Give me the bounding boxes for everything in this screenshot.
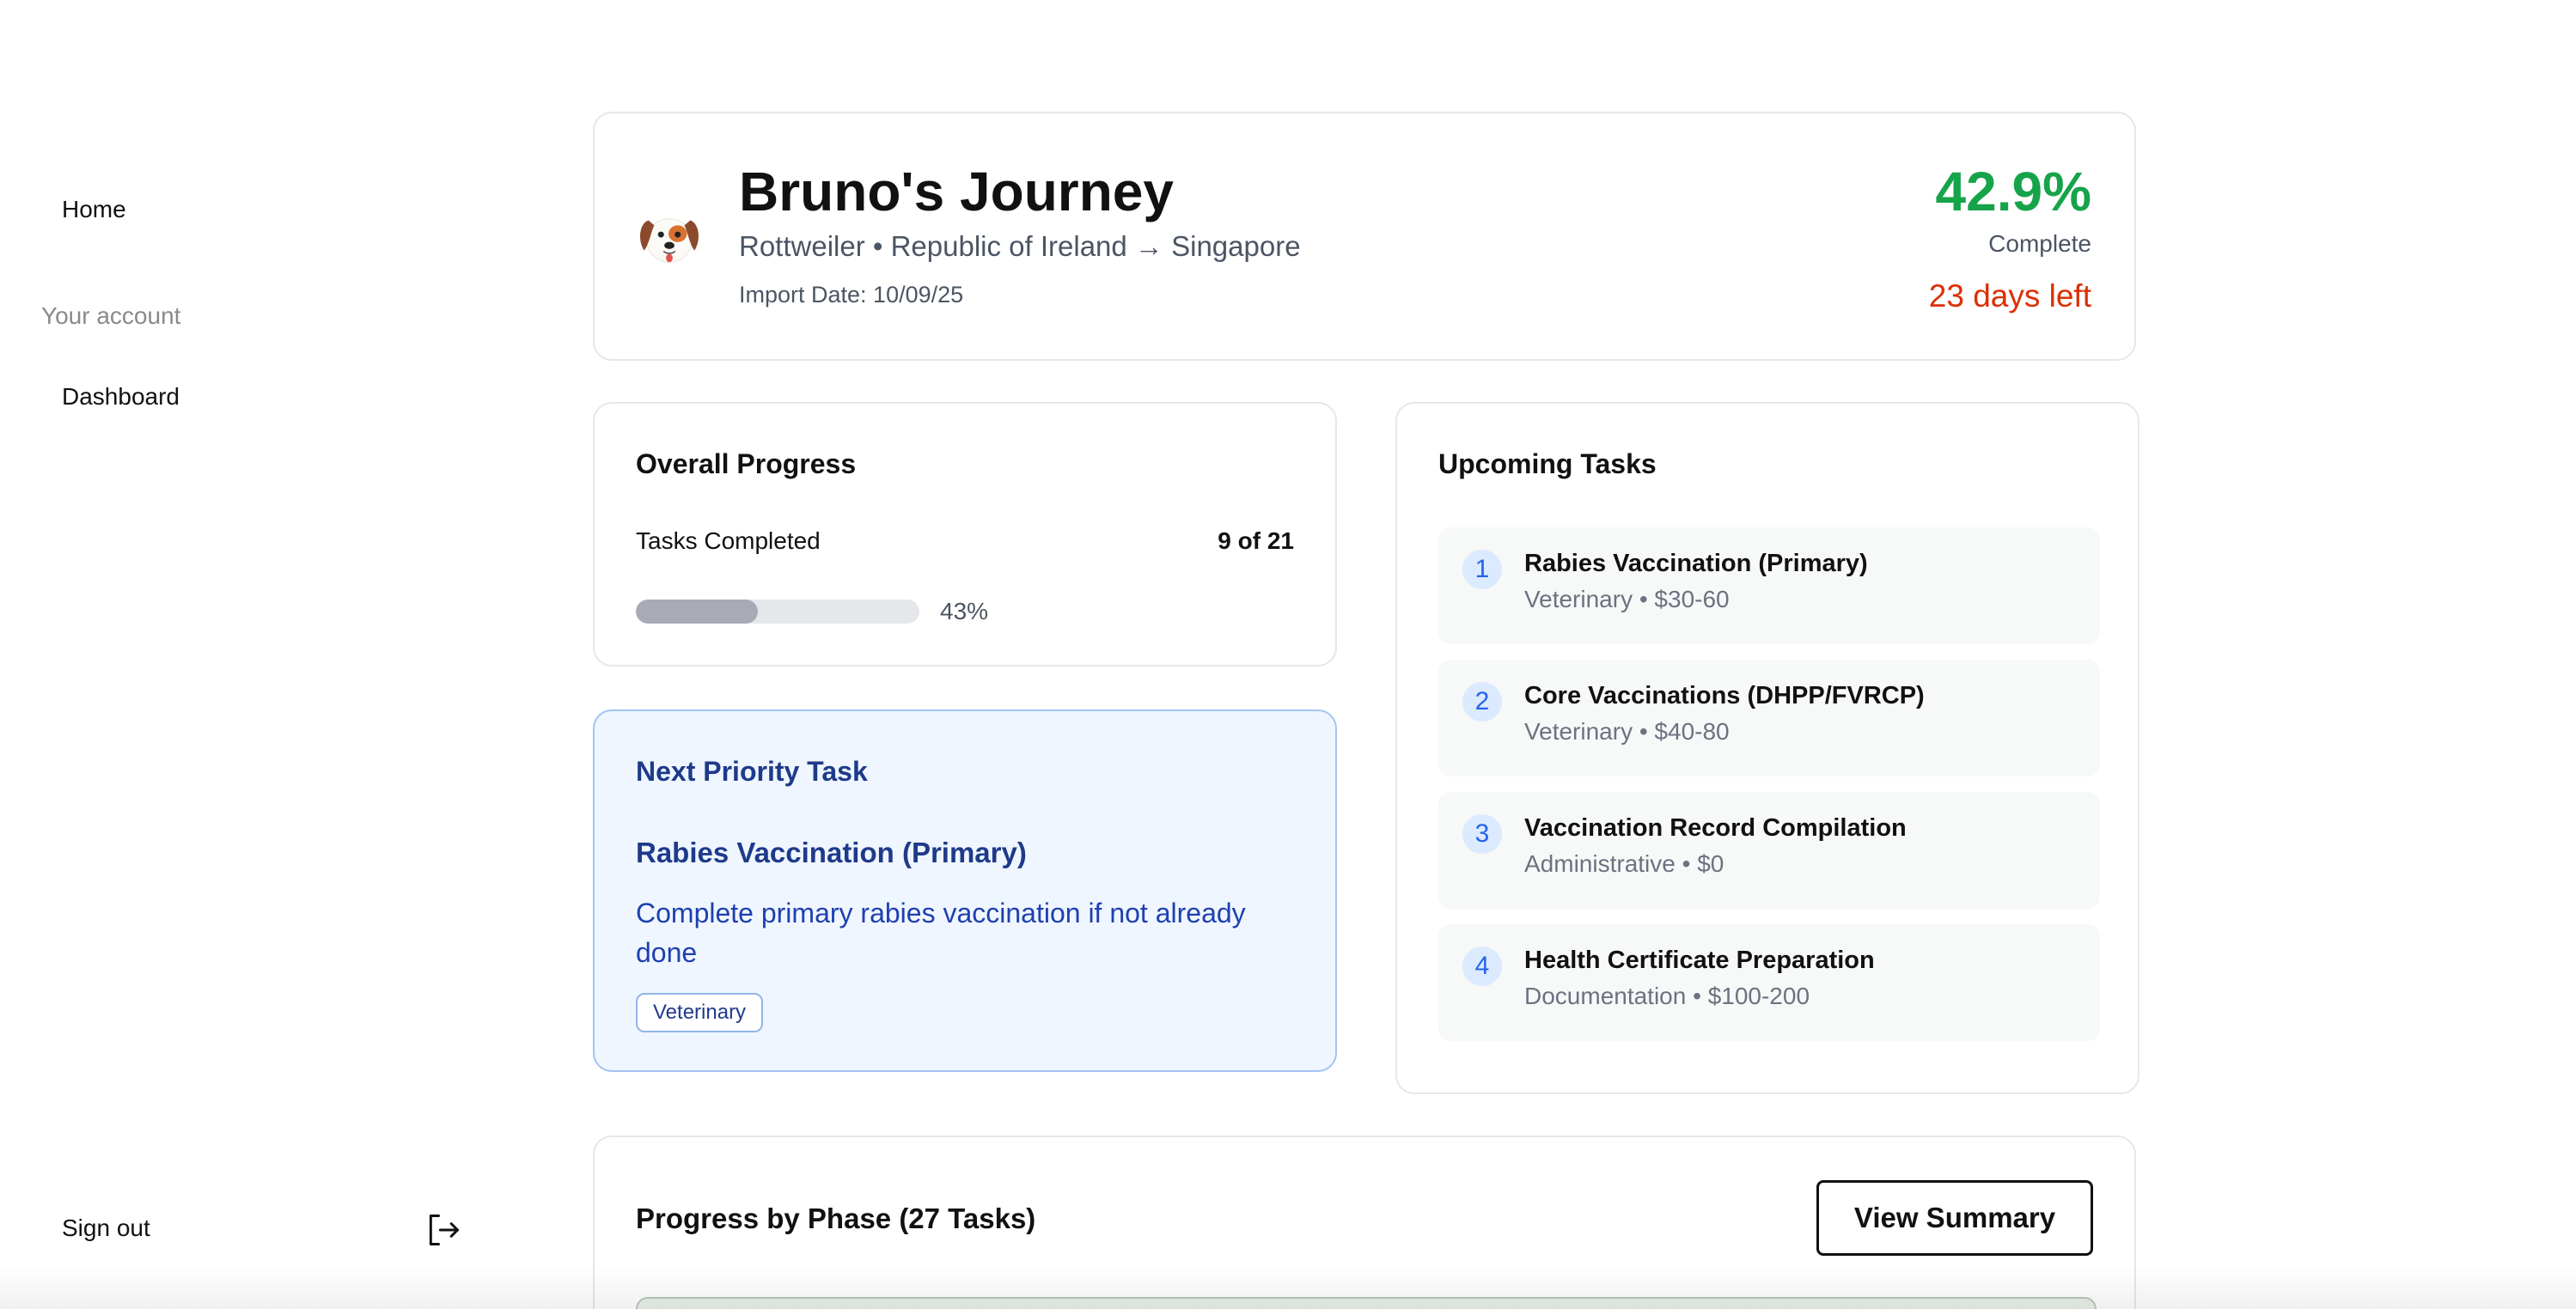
import-date: Import Date: 10/09/25 [739,282,964,307]
task-meta: Veterinary • $30-60 [1524,586,1730,612]
task-title: Core Vaccinations (DHPP/FVRCP) [1524,682,1925,709]
priority-task-description: Complete primary rabies vaccination if n… [636,898,1246,968]
sidebar: Home Your account Dashboard Sign out [0,0,516,1309]
tasks-completed-count: 9 of 21 [1218,527,1294,554]
task-title: Vaccination Record Compilation [1524,814,1907,842]
app-root: Home Your account Dashboard Sign out Bru… [0,0,2576,1309]
task-meta: Documentation • $100-200 [1524,983,1810,1009]
next-priority-task-card[interactable]: Next Priority Task Rabies Vaccination (P… [593,709,1337,1072]
completion-percentage: 42.9% [1935,161,2091,222]
progress-bar [636,600,919,624]
task-number-badge: 3 [1462,814,1502,854]
view-summary-button[interactable]: View Summary [1816,1180,2093,1256]
page-title: Bruno's Journey [739,161,1174,222]
priority-task-name: Rabies Vaccination (Primary) [636,837,1027,868]
phase-row[interactable] [636,1297,2097,1309]
sidebar-item-home[interactable]: Home [62,196,126,223]
upcoming-tasks-card: Upcoming Tasks 1 Rabies Vaccination (Pri… [1395,402,2140,1094]
progress-bar-fill [636,600,758,624]
upcoming-tasks-title: Upcoming Tasks [1438,448,1657,479]
category-tag: Veterinary [636,993,764,1032]
upcoming-task-item[interactable]: 2 Core Vaccinations (DHPP/FVRCP) Veterin… [1438,660,2100,776]
next-priority-title: Next Priority Task [636,756,868,787]
days-left-badge: 23 days left [1928,278,2091,314]
upcoming-task-item[interactable]: 3 Vaccination Record Compilation Adminis… [1438,792,2100,909]
sign-out-link[interactable]: Sign out [62,1215,150,1242]
task-meta: Administrative • $0 [1524,850,1724,877]
pet-route: Rottweiler • Republic of Ireland → Singa… [739,230,1301,262]
completion-label: Complete [1988,230,2091,257]
overall-progress-card: Overall Progress Tasks Completed 9 of 21… [593,402,1337,667]
task-number-badge: 1 [1462,550,1502,589]
sidebar-item-dashboard[interactable]: Dashboard [62,383,180,411]
pet-journey-header: Bruno's Journey Rottweiler • Republic of… [593,112,2136,361]
overall-progress-title: Overall Progress [636,448,857,479]
progress-by-phase-card: Progress by Phase (27 Tasks) View Summar… [593,1135,2136,1309]
sidebar-section-label: Your account [41,302,181,329]
task-title: Rabies Vaccination (Primary) [1524,550,1868,577]
task-meta: Veterinary • $40-80 [1524,718,1730,745]
dog-face-icon [640,218,699,263]
progress-percent-label: 43% [940,598,989,624]
task-number-badge: 2 [1462,682,1502,721]
tasks-completed-label: Tasks Completed [636,527,821,554]
upcoming-task-item[interactable]: 1 Rabies Vaccination (Primary) Veterinar… [1438,527,2100,644]
task-number-badge: 4 [1462,947,1502,986]
upcoming-task-item[interactable]: 4 Health Certificate Preparation Documen… [1438,924,2100,1041]
sign-out-icon[interactable] [424,1211,462,1249]
progress-by-phase-title: Progress by Phase (27 Tasks) [636,1202,1036,1234]
task-title: Health Certificate Preparation [1524,947,1875,974]
